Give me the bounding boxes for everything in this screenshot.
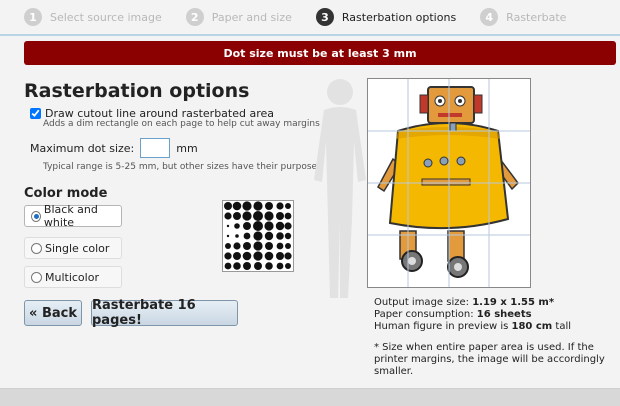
radio-label: Single color <box>45 241 110 255</box>
radio-single-color[interactable]: Single color <box>24 237 122 259</box>
paper-consumption-value: 16 sheets <box>476 309 532 320</box>
step-number: 4 <box>480 8 499 26</box>
dot-pattern-preview <box>222 200 294 272</box>
robot-image <box>368 79 530 287</box>
rasterbate-button[interactable]: Rasterbate 16 pages! <box>91 298 238 328</box>
output-info: Output image size: 1.19 x 1.55 m* Paper … <box>374 297 571 333</box>
cutout-hint: Adds a dim rectangle on each page to hel… <box>43 119 320 129</box>
step-number: 2 <box>185 8 204 26</box>
radio-dot <box>31 242 42 254</box>
step-label: Rasterbate <box>506 10 567 24</box>
radio-dot <box>31 210 41 222</box>
page-title: Rasterbation options <box>24 80 250 102</box>
paper-consumption-line: Paper consumption: 16 sheets <box>374 309 571 321</box>
human-figure-suffix: tall <box>552 321 572 332</box>
rasterbation-preview <box>367 78 531 288</box>
step-rasterbate[interactable]: 4 Rasterbate <box>480 8 566 26</box>
output-size-value: 1.19 x 1.55 m* <box>472 297 555 308</box>
step-select-source[interactable]: 1 Select source image <box>24 8 162 26</box>
page-footer <box>0 388 620 406</box>
paper-consumption-label: Paper consumption: <box>374 309 477 320</box>
cutout-checkbox[interactable] <box>30 108 41 119</box>
wizard-steps: 1 Select source image 2 Paper and size 3 Ra… <box>0 0 620 36</box>
step-number: 1 <box>24 8 42 26</box>
dot-size-input[interactable] <box>140 138 171 158</box>
dot-size-label: Maximum dot size: <box>30 141 135 155</box>
radio-multicolor[interactable]: Multicolor <box>24 266 122 288</box>
dot-size-unit: mm <box>176 141 198 155</box>
dot-size-row: Maximum dot size: mm <box>30 138 198 158</box>
output-size-label: Output image size: <box>374 297 473 308</box>
error-alert: Dot size must be at least 3 mm <box>24 41 616 65</box>
size-footnote: * Size when entire paper area is used. I… <box>374 342 605 377</box>
human-figure-label: Human figure in preview is <box>374 321 512 332</box>
step-number: 3 <box>315 8 334 26</box>
radio-black-and-white[interactable]: Black and white <box>24 203 122 229</box>
step-paper-size[interactable]: 2 Paper and size <box>185 8 292 26</box>
radio-label: Black and white <box>43 203 98 229</box>
human-figure-line: Human figure in preview is 180 cm tall <box>374 321 571 333</box>
back-button[interactable]: « Back <box>24 300 82 326</box>
step-label: Paper and size <box>211 10 292 24</box>
output-size-line: Output image size: 1.19 x 1.55 m* <box>374 297 571 309</box>
dot-size-hint: Typical range is 5-25 mm, but other size… <box>43 162 318 172</box>
step-label: Select source image <box>50 10 162 24</box>
human-figure-value: 180 cm <box>511 321 553 332</box>
radio-dot <box>31 271 42 283</box>
step-rasterbation-options[interactable]: 3 Rasterbation options <box>315 8 457 26</box>
color-mode-label: Color mode <box>24 186 108 201</box>
step-label: Rasterbation options <box>341 10 457 24</box>
radio-label: Multicolor <box>45 270 99 284</box>
